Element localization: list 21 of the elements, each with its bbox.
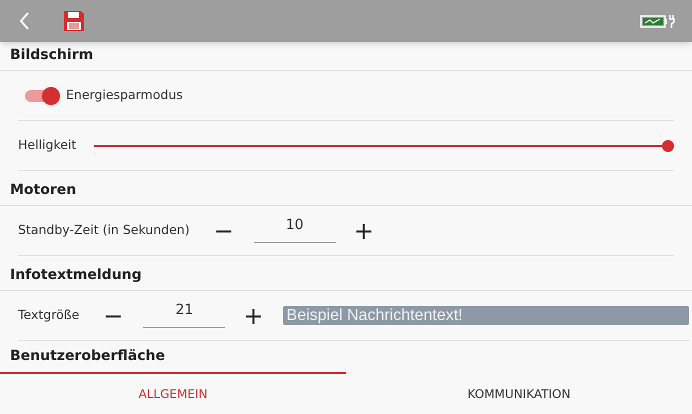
back-icon[interactable] xyxy=(20,12,30,30)
value-field[interactable]: 10 xyxy=(254,214,336,242)
message-preview: Beispiel Nachrichtentext! xyxy=(282,306,689,325)
tab[interactable]: ALLGEMEIN xyxy=(0,372,346,414)
toggle-switch[interactable] xyxy=(24,86,60,106)
plus-button[interactable]: + xyxy=(239,304,268,328)
stepper-label: Textgröße xyxy=(18,306,80,324)
value-field[interactable]: 21 xyxy=(143,300,226,328)
minus-button[interactable]: − xyxy=(99,304,128,328)
section-title: Bildschirm xyxy=(10,46,94,65)
section-title: Infotextmeldung xyxy=(10,266,142,285)
slider-label: Helligkeit xyxy=(18,136,76,154)
stepper-label: Standby-Zeit (in Sekunden) xyxy=(18,221,190,240)
toggle-label: Energiesparmodus xyxy=(66,86,183,104)
section-title: Motoren xyxy=(10,181,76,200)
battery-charging-icon xyxy=(640,13,676,29)
tab[interactable]: KOMMUNIKATION xyxy=(346,372,692,414)
plus-button[interactable]: + xyxy=(350,218,378,242)
section-title: Benutzeroberfläche xyxy=(10,347,165,366)
minus-button[interactable]: − xyxy=(210,218,238,242)
slider-thumb[interactable] xyxy=(662,140,674,152)
